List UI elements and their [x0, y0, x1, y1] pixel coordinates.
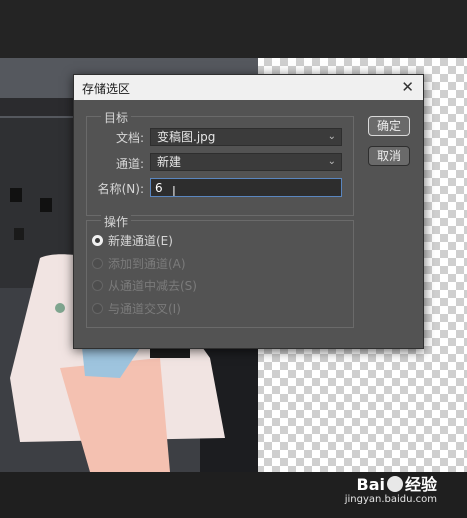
radio-label: 与通道交叉(I)	[108, 302, 181, 316]
dialog-titlebar[interactable]: 存储选区 ✕	[74, 75, 423, 100]
name-input-value: 6	[155, 181, 163, 195]
radio-icon	[92, 280, 103, 291]
radio-new-channel[interactable]: 新建通道(E)	[92, 233, 173, 249]
cancel-button[interactable]: 取消	[368, 146, 410, 166]
name-label: 名称(N):	[97, 182, 144, 196]
target-legend: 目标	[101, 109, 132, 126]
watermark-brand-b: 经验	[404, 475, 437, 494]
radio-icon	[92, 303, 103, 314]
chevron-down-icon: ⌄	[327, 156, 336, 167]
channel-label: 通道:	[115, 157, 144, 171]
ok-button[interactable]: 确定	[368, 116, 410, 136]
operation-legend: 操作	[101, 213, 132, 230]
chevron-down-icon: ⌄	[327, 131, 336, 142]
radio-selected-icon	[92, 235, 103, 246]
radio-subtract-from-channel[interactable]: 从通道中减去(S)	[92, 278, 197, 294]
document-label: 文档:	[115, 131, 144, 145]
save-selection-dialog: 存储选区 ✕ 目标 文档: 变稿图.jpg ⌄ 通道: 新建 ⌄ 名称(N): …	[73, 74, 424, 349]
watermark-brand-a: Bai	[356, 475, 385, 494]
radio-icon	[92, 258, 103, 269]
radio-label: 新建通道(E)	[108, 234, 173, 248]
radio-label: 添加到通道(A)	[108, 257, 186, 271]
name-input[interactable]: 6	[150, 178, 342, 197]
radio-intersect-channel[interactable]: 与通道交叉(I)	[92, 301, 181, 317]
radio-add-to-channel[interactable]: 添加到通道(A)	[92, 256, 186, 272]
watermark-url: jingyan.baidu.com	[344, 494, 437, 505]
paw-logo-icon	[386, 476, 403, 492]
radio-label: 从通道中减去(S)	[108, 279, 197, 293]
document-select-value: 变稿图.jpg	[157, 130, 216, 144]
top-dark-strip	[0, 0, 467, 58]
channel-select[interactable]: 新建 ⌄	[150, 153, 342, 171]
text-cursor-icon: I	[172, 185, 176, 200]
document-select[interactable]: 变稿图.jpg ⌄	[150, 128, 342, 146]
dialog-title: 存储选区	[82, 82, 131, 96]
watermark-brand: Bai 经验	[357, 471, 438, 495]
close-icon[interactable]: ✕	[401, 78, 414, 96]
channel-select-value: 新建	[157, 155, 182, 169]
